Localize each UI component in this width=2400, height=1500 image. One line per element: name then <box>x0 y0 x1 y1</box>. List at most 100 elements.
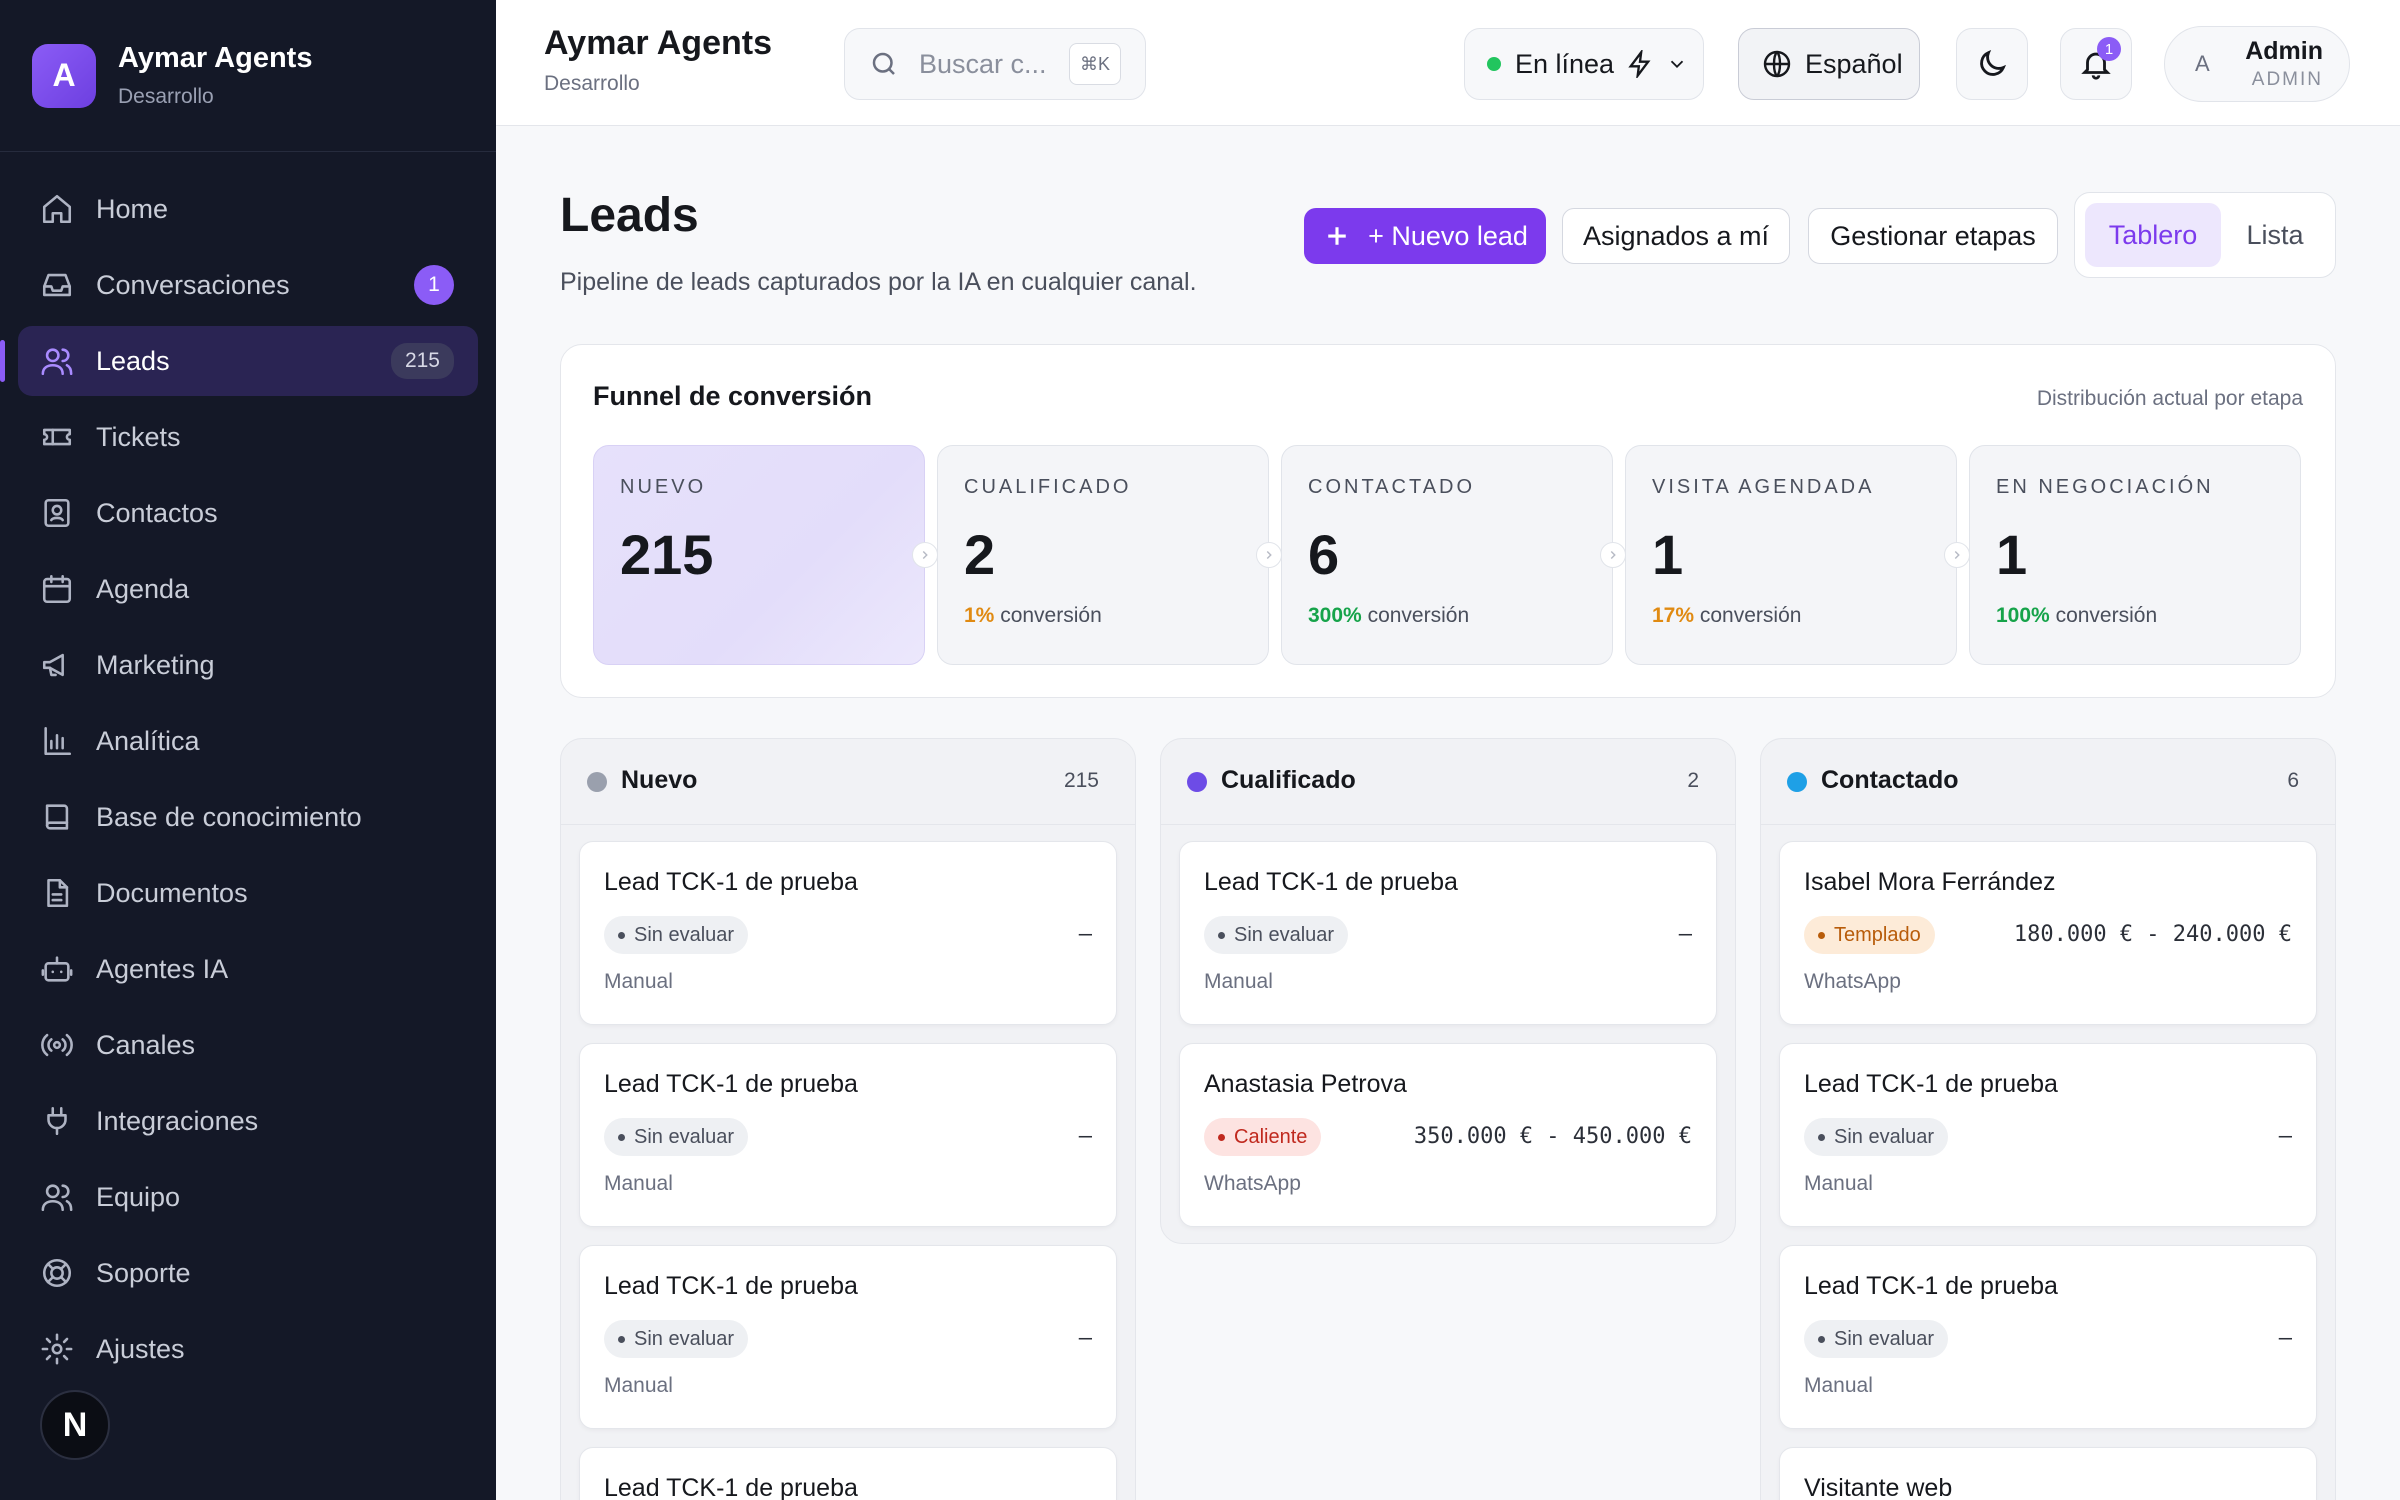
sidebar-item-contactos[interactable]: Contactos <box>18 478 478 548</box>
lead-source: Manual <box>1204 970 1273 993</box>
file-icon <box>47 878 69 908</box>
lead-card[interactable]: Lead TCK-1 de prueba Sin evaluar — Manua… <box>579 1245 1117 1429</box>
users-icon <box>41 348 73 376</box>
stage-conversion-label: conversión <box>1699 604 1802 627</box>
lead-name: Lead TCK-1 de prueba <box>1804 1272 2058 1300</box>
stage-conversion-pct: 100% <box>1996 604 2050 627</box>
stage-label: EN NEGOCIACIÓN <box>1996 476 2214 498</box>
kanban-column-cualificado: Cualificado 2 Lead TCK-1 de prueba Sin e… <box>1160 738 1736 1244</box>
lead-name: Isabel Mora Ferrández <box>1804 868 2056 896</box>
contact-icon <box>44 498 70 528</box>
sidebar-item-label: Marketing <box>96 649 215 680</box>
book-icon <box>45 804 69 830</box>
sidebar-item-leads[interactable]: Leads 215 <box>0 326 478 396</box>
sidebar-item-label: Leads <box>96 345 170 376</box>
stage-conversion-label: conversión <box>1000 604 1102 627</box>
lead-score-tag: Sin evaluar <box>1804 1118 1949 1156</box>
ticket-icon <box>42 428 72 446</box>
status-label: En línea <box>1515 48 1615 79</box>
lead-card[interactable]: Lead TCK-1 de prueba Sin evaluar — Manua… <box>579 1043 1117 1227</box>
page-title: Leads <box>560 189 699 242</box>
header-subtitle: Desarrollo <box>544 72 640 95</box>
sidebar-item-equipo[interactable]: Equipo <box>18 1162 478 1232</box>
funnel-stage-cualificado[interactable]: CUALIFICADO 2 1% conversión <box>937 445 1282 665</box>
sidebar-item-conversaciones[interactable]: Conversaciones 1 <box>18 250 478 320</box>
stage-label: NUEVO <box>620 476 707 498</box>
bolt-icon <box>1628 50 1651 78</box>
lead-source: WhatsApp <box>1804 970 1901 993</box>
lead-card[interactable]: Lead TCK-1 de prueba Sin evaluar — Manua… <box>1179 841 1717 1025</box>
sidebar-item-label: Documentos <box>96 877 248 908</box>
sidebar-item-soporte[interactable]: Soporte <box>18 1238 478 1308</box>
lead-card[interactable]: Isabel Mora Ferrández Templado 180.000 €… <box>1779 841 2317 1025</box>
sidebar-item-tickets[interactable]: Tickets <box>18 402 478 472</box>
stage-conversion-pct: 17% <box>1652 604 1695 627</box>
team-icon <box>41 1184 73 1212</box>
brand-logo: A <box>32 43 96 108</box>
lead-budget: 350.000 € - 450.000 € <box>1413 1124 1692 1149</box>
language-selector[interactable]: Español <box>1738 28 1920 100</box>
sidebar-item-integraciones[interactable]: Integraciones <box>18 1086 478 1156</box>
sidebar-item-documentos[interactable]: Documentos <box>18 858 478 928</box>
column-title: Nuevo <box>621 766 698 794</box>
sidebar-item-label: Tickets <box>96 421 181 452</box>
new-lead-button[interactable]: + Nuevo lead <box>1304 208 1546 264</box>
search-input[interactable]: Buscar c... ⌘K <box>844 28 1146 100</box>
header-title: Aymar Agents <box>544 24 772 62</box>
sidebar-item-agenda[interactable]: Agenda <box>18 554 478 624</box>
funnel-stage-contactado[interactable]: CONTACTADO 6 300% conversión <box>1281 445 1626 665</box>
lead-source: Manual <box>1804 1374 1873 1397</box>
funnel-stage-en-negociacion[interactable]: EN NEGOCIACIÓN 1 100% conversión <box>1969 445 2301 665</box>
sidebar-item-marketing[interactable]: Marketing <box>18 630 478 700</box>
lead-name: Lead TCK-1 de prueba <box>604 1272 858 1300</box>
assigned-to-me-button[interactable]: Asignados a mí <box>1562 208 1790 264</box>
lead-card[interactable]: Lead TCK-1 de prueba <box>579 1447 1117 1500</box>
tab-list[interactable]: Lista <box>2223 203 2327 267</box>
sidebar: A Aymar Agents Desarrollo Home Conversac… <box>0 0 496 1500</box>
lead-score-tag: Sin evaluar <box>1204 916 1349 954</box>
leads-count-badge: 215 <box>390 343 454 379</box>
funnel-stage-visita-agendada[interactable]: VISITA AGENDADA 1 17% conversión <box>1625 445 1970 665</box>
tab-board[interactable]: Tablero <box>2085 203 2221 267</box>
status-dropdown[interactable]: En línea <box>1464 28 1704 100</box>
lead-score-tag: Caliente <box>1204 1118 1322 1156</box>
footer-logo[interactable]: N <box>40 1390 110 1460</box>
lead-source: Manual <box>604 1172 673 1195</box>
notifications-button[interactable]: 1 <box>2060 28 2132 100</box>
sidebar-item-agentes-ia[interactable]: Agentes IA <box>18 934 478 1004</box>
bot-icon <box>41 956 73 982</box>
lead-card[interactable]: Lead TCK-1 de prueba Sin evaluar — Manua… <box>579 841 1117 1025</box>
brand[interactable]: A Aymar Agents Desarrollo <box>0 0 496 152</box>
manage-stages-button[interactable]: Gestionar etapas <box>1808 208 2058 264</box>
sidebar-item-label: Agenda <box>96 573 190 604</box>
column-header: Contactado 6 <box>1761 739 2335 825</box>
lead-card[interactable]: Anastasia Petrova Caliente 350.000 € - 4… <box>1179 1043 1717 1227</box>
lead-source: Manual <box>604 970 673 993</box>
stage-conversion: 100% conversión <box>1996 604 2157 628</box>
sidebar-item-label: Home <box>96 193 169 224</box>
lead-card[interactable]: Lead TCK-1 de prueba Sin evaluar — Manua… <box>1779 1043 2317 1227</box>
sidebar-item-label: Integraciones <box>96 1105 259 1136</box>
stage-label: CONTACTADO <box>1308 476 1476 498</box>
sidebar-item-base-conocimiento[interactable]: Base de conocimiento <box>18 782 478 852</box>
lead-card[interactable]: Visitante web <box>1779 1447 2317 1500</box>
lead-budget: — <box>1678 922 1692 947</box>
funnel-stage-nuevo[interactable]: NUEVO 215 <box>593 445 938 665</box>
lead-name: Lead TCK-1 de prueba <box>604 1474 858 1500</box>
column-color-dot <box>1787 772 1807 792</box>
lead-name: Anastasia Petrova <box>1204 1070 1407 1098</box>
sidebar-item-analitica[interactable]: Analítica <box>18 706 478 776</box>
sidebar-item-home[interactable]: Home <box>18 174 478 244</box>
column-header: Cualificado 2 <box>1161 739 1735 825</box>
inbox-icon <box>42 273 72 297</box>
lead-name: Lead TCK-1 de prueba <box>604 1070 858 1098</box>
sidebar-item-canales[interactable]: Canales <box>18 1010 478 1080</box>
calendar-icon <box>42 574 72 604</box>
sidebar-item-ajustes[interactable]: Ajustes <box>18 1314 478 1384</box>
chevron-down-icon <box>1670 60 1684 69</box>
theme-toggle-button[interactable] <box>1956 28 2028 100</box>
kanban-column-contactado: Contactado 6 Isabel Mora Ferrández Templ… <box>1760 738 2336 1500</box>
lead-card[interactable]: Lead TCK-1 de prueba Sin evaluar — Manua… <box>1779 1245 2317 1429</box>
user-menu[interactable]: A Admin ADMIN <box>2164 26 2350 102</box>
column-color-dot <box>587 772 607 792</box>
